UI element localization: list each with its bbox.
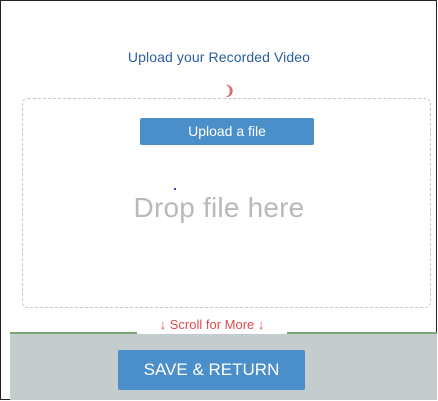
save-and-return-button[interactable]: SAVE & RETURN — [118, 350, 305, 390]
upload-title: Upload your Recorded Video — [127, 49, 311, 65]
upload-file-button[interactable]: Upload a file — [140, 118, 314, 145]
scroll-for-more-hint: ↓ Scroll for More ↓ — [137, 316, 287, 334]
drop-file-text: Drop file here — [133, 192, 305, 223]
red-marker-icon: ❩ — [224, 83, 235, 98]
cursor-dot — [174, 188, 176, 190]
